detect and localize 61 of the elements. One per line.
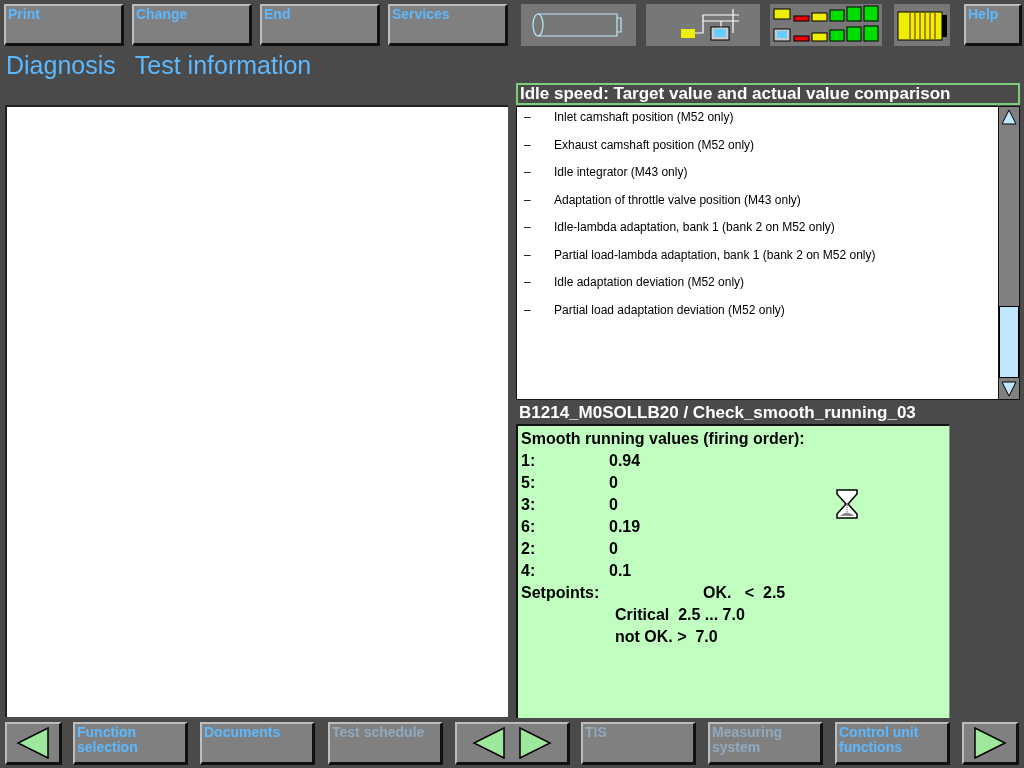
breadcrumb-text: Diagnosis — [6, 51, 116, 80]
connector-icon — [894, 4, 950, 46]
hourglass-icon — [835, 489, 859, 519]
setpoints-label: Setpoints: — [521, 583, 601, 603]
result-heading: Smooth running values (firing order): — [521, 429, 806, 449]
list-item-text: Idle adaptation deviation (M52 only) — [554, 275, 745, 291]
left-arrow-icon — [472, 727, 506, 759]
list-item-text: Partial load-lambda adaptation, bank 1 (bank 2 on M52 only) — [554, 247, 876, 264]
reading-value: 0 — [609, 473, 618, 493]
nav-button[interactable]: Documents — [200, 722, 315, 765]
bullet-text: – — [524, 165, 532, 181]
back-button[interactable] — [5, 722, 62, 765]
toolbar-button[interactable]: Print — [4, 4, 124, 46]
list-item-text: Adaptation of throttle valve position (M43 only) — [554, 192, 801, 209]
reading-value: 0.94 — [609, 451, 641, 471]
bullet-text: – — [524, 247, 532, 264]
toolbar-button[interactable]: Services — [388, 4, 508, 46]
section-title: Idle speed: Target value and actual value comparison — [516, 83, 1020, 105]
scroll-down-icon[interactable] — [1000, 380, 1018, 398]
right-arrow-icon — [973, 727, 1007, 759]
reading-value: 0 — [609, 495, 618, 515]
cylinder-label: 5: — [521, 473, 537, 493]
cylinder-label: 3: — [521, 495, 537, 515]
step-buttons[interactable] — [455, 722, 570, 765]
reading-value: 0.19 — [609, 517, 641, 537]
scrollbar[interactable] — [998, 107, 1019, 399]
list-item-text: Inlet camshaft position (M52 only) — [554, 110, 734, 126]
cylinder-icon — [521, 4, 636, 46]
breadcrumb-text: Test information — [134, 51, 312, 80]
toolbar-button[interactable]: End — [260, 4, 380, 46]
cylinder-label: 1: — [521, 451, 537, 471]
cylinder-label: 6: — [521, 517, 537, 537]
bullet-text: – — [524, 302, 532, 319]
bullet-text: – — [524, 275, 532, 291]
list-item-text: Idle-lambda adaptation, bank 1 (bank 2 on M52 only) — [554, 220, 835, 236]
setpoint-text: Critical 2.5 ... 7.0 — [615, 605, 745, 625]
list-item-text: Idle integrator (M43 only) — [554, 165, 688, 181]
result-title: B1214_M0SOLLB20 / Check_smooth_running_03 — [518, 402, 917, 424]
toolbar-button[interactable]: Change — [132, 4, 252, 46]
bullet-text: – — [524, 137, 532, 154]
left-arrow-icon — [16, 727, 50, 759]
setpoint-text: not OK. > 7.0 — [615, 627, 718, 647]
reading-value: 0 — [609, 539, 618, 559]
signal-bars-icon — [770, 4, 882, 46]
bullet-text: – — [524, 192, 532, 209]
setpoint-text: OK. < 2.5 — [703, 583, 786, 603]
bullet-text: – — [524, 110, 532, 126]
reading-value: 0.1 — [609, 561, 632, 581]
list-item-text: Partial load adaptation deviation (M52 only) — [554, 302, 785, 319]
scroll-thumb[interactable] — [999, 306, 1019, 378]
forward-button[interactable] — [962, 722, 1019, 765]
right-arrow-icon — [518, 727, 552, 759]
cylinder-label: 4: — [521, 561, 537, 581]
bullet-text: – — [524, 220, 532, 236]
help-button[interactable]: Help — [964, 4, 1022, 46]
cylinder-label: 2: — [521, 539, 537, 559]
connection-icon — [646, 4, 760, 46]
list-item-text: Exhaust camshaft position (M52 only) — [554, 137, 755, 154]
nav-button[interactable]: Function selection — [73, 722, 188, 765]
scroll-up-icon[interactable] — [1000, 108, 1018, 126]
nav-button[interactable]: Control unit functions — [835, 722, 950, 765]
